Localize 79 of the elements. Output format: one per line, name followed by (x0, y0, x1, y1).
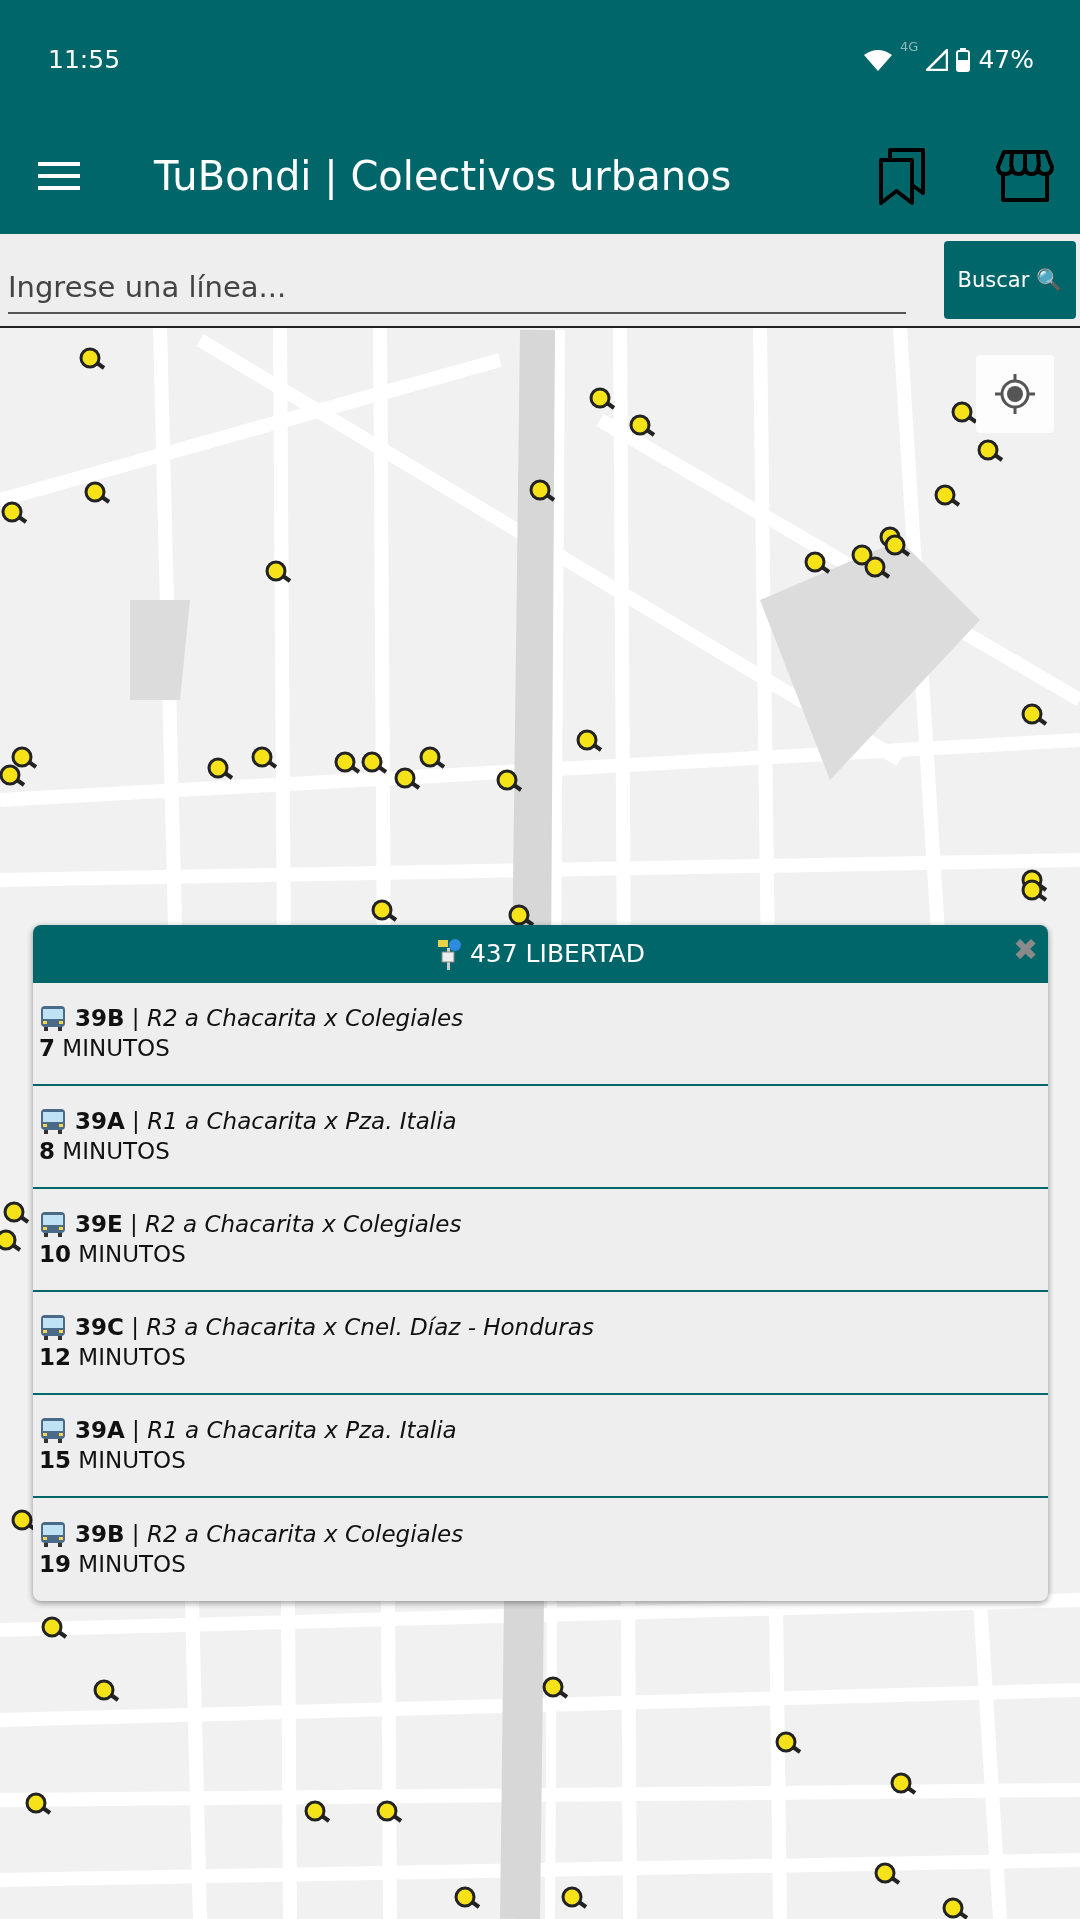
bus-stop-marker[interactable] (561, 1886, 588, 1909)
arrival-time: 7 MINUTOS (39, 1035, 171, 1062)
bus-stop-marker[interactable] (496, 769, 523, 792)
battery-level: 47% (978, 45, 1034, 75)
bus-stop-marker[interactable] (884, 534, 911, 557)
status-time: 11:55 (48, 45, 121, 75)
signal-icon (926, 48, 949, 71)
route-text: 39E | R2 a Chacarita x Colegiales (75, 1211, 462, 1238)
wifi-icon (864, 48, 893, 71)
bus-stop-marker[interactable] (589, 387, 616, 410)
route-text: 39C | R3 a Chacarita x Cnel. Díaz - Honduras (75, 1314, 594, 1341)
bus-stop-marker[interactable] (93, 1679, 120, 1702)
bus-icon (39, 1005, 67, 1032)
bus-stop-marker[interactable] (775, 1731, 802, 1754)
bus-stop-marker[interactable] (361, 751, 388, 774)
arrival-row[interactable]: 39C | R3 a Chacarita x Cnel. Díaz - Honduras 12 MINUTOS (33, 1292, 1048, 1395)
crosshair-icon (993, 372, 1037, 416)
route-text: 39B | R2 a Chacarita x Colegiales (75, 1521, 464, 1548)
bus-icon (39, 1314, 67, 1341)
arrival-time: 10 MINUTOS (39, 1241, 187, 1268)
bus-stop-marker[interactable] (1021, 879, 1048, 902)
bus-stop-marker[interactable] (394, 767, 421, 790)
app-title: TuBondi | Colectivos urbanos (154, 153, 733, 200)
bus-stop-marker[interactable] (804, 551, 831, 574)
arrival-time: 12 MINUTOS (39, 1344, 187, 1371)
bus-stop-marker[interactable] (376, 1800, 403, 1823)
bus-stop-marker[interactable] (334, 751, 361, 774)
menu-icon[interactable] (38, 161, 80, 192)
bus-stop-marker[interactable] (207, 757, 234, 780)
bus-stop-marker[interactable] (934, 484, 961, 507)
battery-icon (956, 47, 971, 72)
line-search-field[interactable]: Ingrese una línea... (8, 255, 906, 314)
arrival-row[interactable]: 39E | R2 a Chacarita x Colegiales 10 MINUTOS (33, 1189, 1048, 1292)
arrival-time: 19 MINUTOS (39, 1551, 187, 1578)
bus-stop-marker[interactable] (529, 479, 556, 502)
bus-stop-marker[interactable] (251, 746, 278, 769)
arrival-row[interactable]: 39A | R1 a Chacarita x Pza. Italia 15 MINUTOS (33, 1395, 1048, 1498)
bus-stop-marker[interactable] (890, 1772, 917, 1795)
arrival-row[interactable]: 39B | R2 a Chacarita x Colegiales 7 MINUTOS (33, 983, 1048, 1086)
search-button[interactable]: Buscar 🔍 (943, 240, 1076, 319)
bus-stop-marker[interactable] (942, 1897, 969, 1919)
bus-stop-marker[interactable] (3, 1201, 30, 1224)
bus-icon (39, 1108, 67, 1135)
bus-stop-marker[interactable] (629, 414, 656, 437)
bus-stop-marker[interactable] (419, 746, 446, 769)
bus-stop-marker[interactable] (874, 1862, 901, 1885)
bus-stop-marker[interactable] (977, 439, 1004, 462)
bus-stop-marker[interactable] (0, 764, 26, 787)
bus-stop-marker[interactable] (454, 1886, 481, 1909)
route-text: 39B | R2 a Chacarita x Colegiales (75, 1005, 464, 1032)
bus-stop-marker[interactable] (1021, 703, 1048, 726)
bus-icon (39, 1417, 67, 1444)
bus-stop-marker[interactable] (0, 1229, 22, 1252)
bookmarks-icon[interactable] (878, 146, 926, 207)
bus-stop-marker[interactable] (576, 729, 603, 752)
arrival-time: 15 MINUTOS (39, 1447, 187, 1474)
network-type: 4G (900, 39, 919, 55)
bus-stop-marker[interactable] (265, 560, 292, 583)
arrival-time: 8 MINUTOS (39, 1138, 171, 1165)
bus-icon (39, 1521, 67, 1548)
route-text: 39A | R1 a Chacarita x Pza. Italia (75, 1108, 457, 1135)
stop-title: 437 LIBERTAD (469, 939, 646, 969)
bus-stop-marker[interactable] (84, 481, 111, 504)
bus-stop-marker[interactable] (79, 347, 106, 370)
my-location-button[interactable] (976, 355, 1054, 433)
arrival-row[interactable]: 39A | R1 a Chacarita x Pza. Italia 8 MINUTOS (33, 1086, 1048, 1189)
bus-icon (39, 1211, 67, 1238)
arrival-row[interactable]: 39B | R2 a Chacarita x Colegiales 19 MINUTOS (33, 1498, 1048, 1601)
bus-stop-marker[interactable] (864, 556, 891, 579)
bus-stop-marker[interactable] (1, 501, 28, 524)
bus-stop-marker[interactable] (25, 1792, 52, 1815)
route-text: 39A | R1 a Chacarita x Pza. Italia (75, 1417, 457, 1444)
bus-stop-marker[interactable] (41, 1616, 68, 1639)
bus-stop-marker[interactable] (542, 1676, 569, 1699)
store-icon[interactable] (996, 149, 1054, 204)
bus-stop-icon (435, 938, 462, 970)
bus-stop-marker[interactable] (304, 1800, 331, 1823)
bus-stop-marker[interactable] (11, 746, 38, 769)
bus-stop-marker[interactable] (371, 899, 398, 922)
